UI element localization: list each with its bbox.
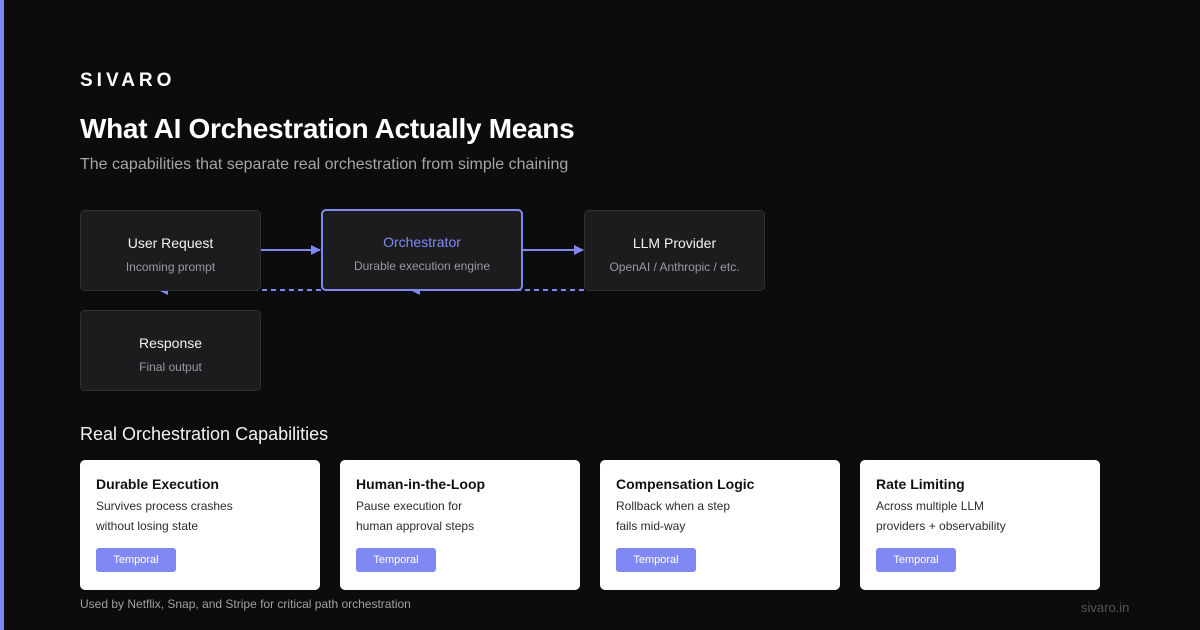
card-description-line: human approval steps xyxy=(356,519,475,533)
card-title: Rate Limiting xyxy=(876,476,965,492)
footer-domain: sivaro.in xyxy=(1081,600,1130,615)
footer-note: Used by Netflix, Snap, and Stripe for cr… xyxy=(80,597,411,611)
card-description-line: Rollback when a step xyxy=(616,499,731,513)
capability-card-durable-execution: Durable Execution Survives process crash… xyxy=(80,460,320,590)
card-description-line: providers + observability xyxy=(876,519,1006,533)
capability-card-human-in-the-loop: Human-in-the-Loop Pause execution for hu… xyxy=(340,460,580,590)
page-subtitle: The capabilities that separate real orch… xyxy=(80,156,569,173)
tool-badge: Temporal xyxy=(876,548,956,572)
brand-logo: SIVARO xyxy=(80,70,176,91)
node-title: LLM Provider xyxy=(632,235,717,251)
card-description-line: Across multiple LLM xyxy=(876,499,985,513)
node-orchestrator: Orchestrator Durable execution engine xyxy=(321,209,523,291)
card-description-line: Pause execution for xyxy=(356,499,463,513)
card-description-line: Survives process crashes xyxy=(96,499,233,513)
node-title: Response xyxy=(138,335,203,351)
card-description-line: fails mid-way xyxy=(616,519,686,533)
node-description: Final output xyxy=(139,360,202,374)
capabilities-heading: Real Orchestration Capabilities xyxy=(80,424,329,444)
node-user-request: User Request Incoming prompt xyxy=(80,210,261,291)
capability-card-compensation-logic: Compensation Logic Rollback when a step … xyxy=(600,460,840,590)
capability-card-rate-limiting: Rate Limiting Across multiple LLM provid… xyxy=(860,460,1100,590)
node-response: Response Final output xyxy=(80,310,261,391)
node-title: User Request xyxy=(127,235,214,251)
node-title: Orchestrator xyxy=(383,234,461,250)
card-description-line: without losing state xyxy=(96,519,199,533)
node-llm-provider: LLM Provider OpenAI / Anthropic / etc. xyxy=(584,210,765,291)
tool-badge: Temporal xyxy=(96,548,176,572)
node-description: OpenAI / Anthropic / etc. xyxy=(609,260,740,274)
node-description: Durable execution engine xyxy=(353,259,491,273)
tool-badge: Temporal xyxy=(356,548,436,572)
node-description: Incoming prompt xyxy=(125,260,216,274)
card-title: Compensation Logic xyxy=(616,476,755,492)
left-accent-bar xyxy=(0,0,4,630)
page-title: What AI Orchestration Actually Means xyxy=(80,113,575,144)
card-title: Human-in-the-Loop xyxy=(356,476,486,492)
tool-badge: Temporal xyxy=(616,548,696,572)
card-title: Durable Execution xyxy=(96,476,219,492)
